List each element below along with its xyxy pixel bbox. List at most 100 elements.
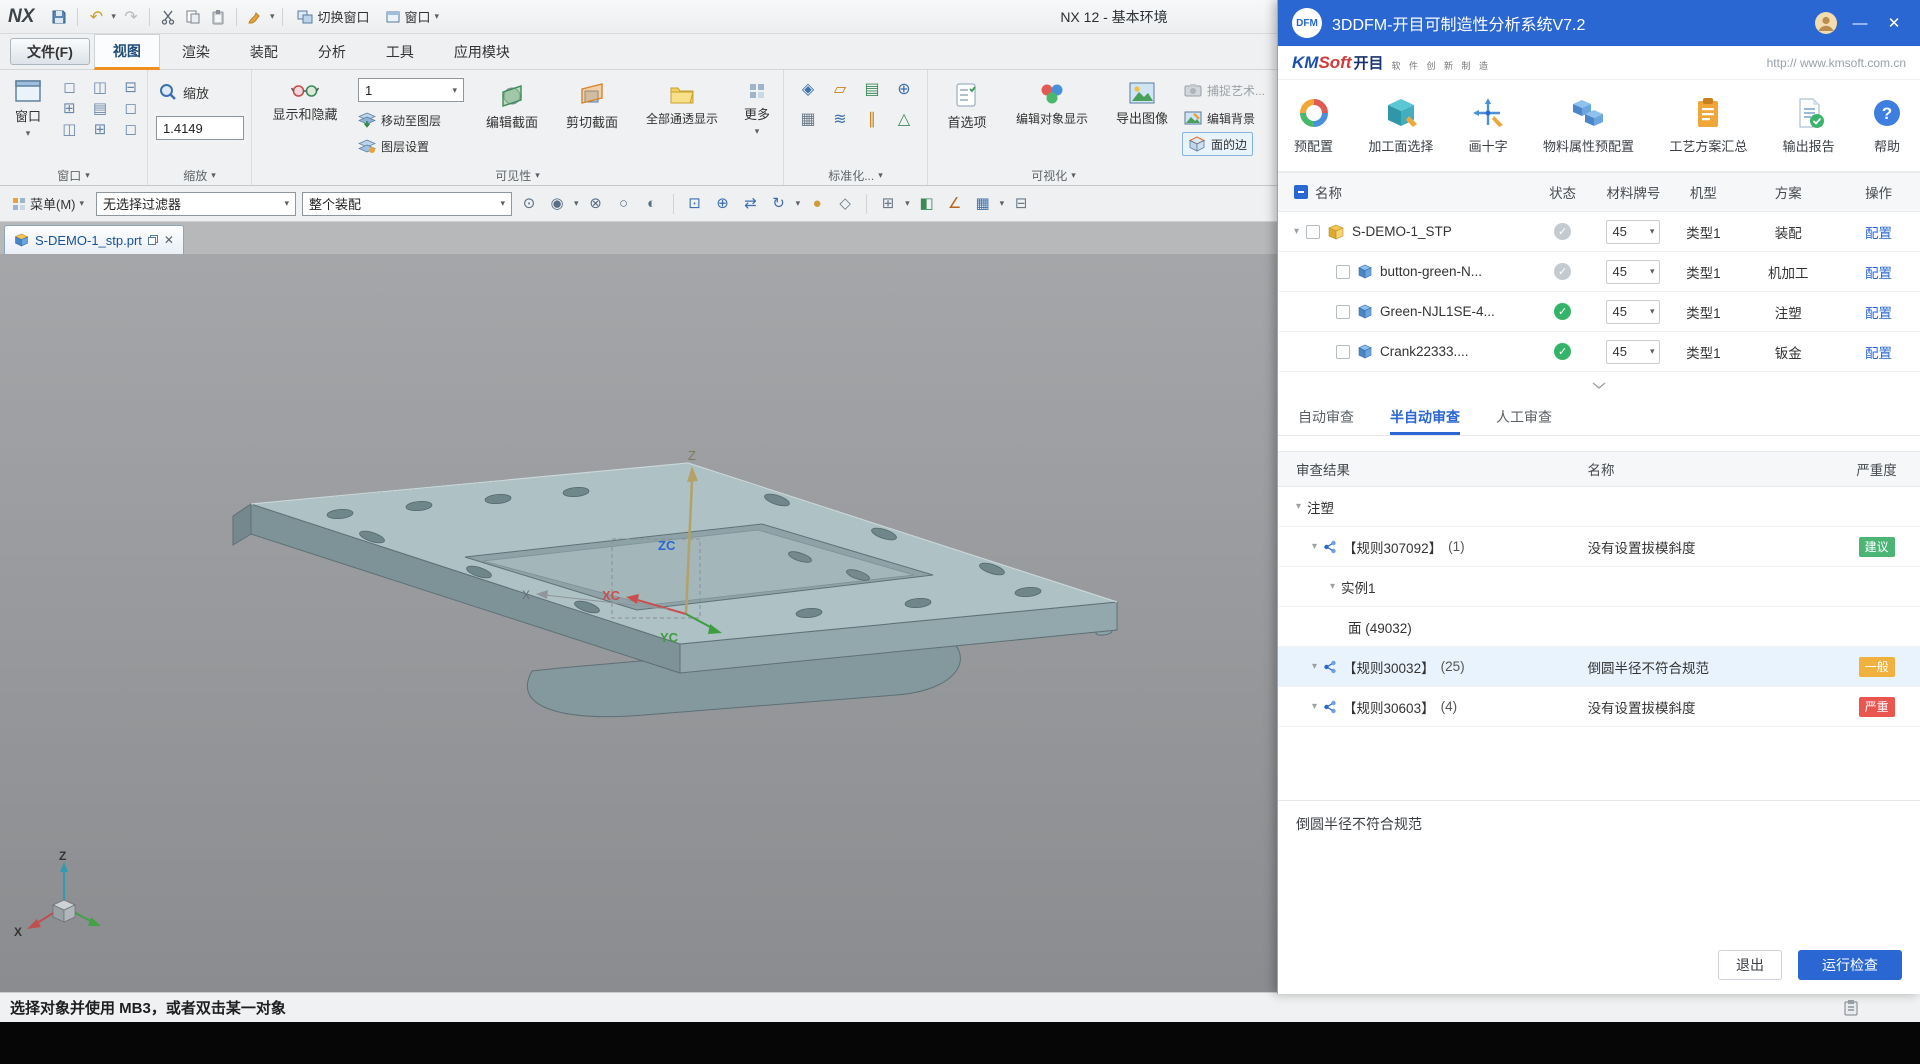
fit-view-icon[interactable]: ⊡ <box>684 193 706 215</box>
select-all-checkbox[interactable] <box>1294 185 1308 199</box>
tab-tools[interactable]: 工具 <box>368 34 432 70</box>
snap-center-icon[interactable]: ○ <box>613 193 635 215</box>
snap-quadrant-icon[interactable]: ◐ <box>641 193 663 215</box>
table-row[interactable]: Green-NJL1SE-4... ✓ 45▾ 类型1 注塑 配置 <box>1278 292 1920 332</box>
edit-background-button[interactable]: 编辑背景 <box>1184 106 1255 130</box>
more-button[interactable]: 更多 ▾ <box>734 78 780 136</box>
cut-icon[interactable] <box>158 7 178 27</box>
preconfig-button[interactable]: 预配置 <box>1294 96 1333 155</box>
table-row[interactable]: ▾ S-DEMO-1_STP ✓ 45▾ 类型1 装配 配置 <box>1278 212 1920 252</box>
pattern-icon[interactable]: ≋ <box>833 112 846 128</box>
machining-face-select-button[interactable]: 加工面选择 <box>1368 96 1433 155</box>
snap-midpoint-icon[interactable]: ◉ <box>546 193 568 215</box>
minimize-icon[interactable]: — <box>1848 11 1872 35</box>
window-button[interactable]: 窗口 ▾ <box>4 76 52 138</box>
align-icon[interactable]: ∥ <box>868 112 876 128</box>
annotation-icon[interactable]: ▤ <box>864 82 879 98</box>
datum-plane-icon[interactable]: ◈ <box>802 82 814 98</box>
help-button[interactable]: ? 帮助 <box>1870 96 1904 155</box>
viewport-canvas[interactable]: Z ZC XC YC X Z X <box>0 254 1277 992</box>
window-layout-icon[interactable]: ⊞ <box>94 122 107 137</box>
caret-down-icon[interactable]: ▾ <box>796 199 801 208</box>
view-triad[interactable]: Z X <box>14 849 101 939</box>
sketch-icon[interactable]: ▱ <box>834 82 846 98</box>
group-label-standard[interactable]: 标准化...▾ <box>784 165 927 185</box>
measure-icon[interactable]: ∠ <box>944 193 966 215</box>
pan-view-icon[interactable]: ⇄ <box>740 193 762 215</box>
move-to-layer-button[interactable]: 移动至图层 <box>358 108 441 132</box>
expander-icon[interactable]: ▾ <box>1330 582 1335 592</box>
window-layout-icon[interactable]: ▤ <box>93 101 107 116</box>
output-report-button[interactable]: 输出报告 <box>1783 96 1835 155</box>
expander-icon[interactable]: ▾ <box>1312 662 1317 672</box>
material-select[interactable]: 45▾ <box>1606 300 1660 324</box>
configure-link[interactable]: 配置 <box>1865 226 1892 241</box>
layer-settings-button[interactable]: 图层设置 <box>358 134 429 158</box>
configure-link[interactable]: 配置 <box>1865 306 1892 321</box>
row-checkbox[interactable] <box>1306 225 1320 239</box>
caret-down-icon[interactable]: ▾ <box>905 199 910 208</box>
row-checkbox[interactable] <box>1336 305 1350 319</box>
table-row[interactable]: Crank22333.... ✓ 45▾ 类型1 钣金 配置 <box>1278 332 1920 372</box>
expander-icon[interactable]: ▾ <box>1294 227 1299 237</box>
window-layout-icon[interactable]: ◻ <box>63 80 75 95</box>
snap-point-icon[interactable]: ⊙ <box>518 193 540 215</box>
redo-icon[interactable]: ↷ <box>121 7 141 27</box>
material-select[interactable]: 45▾ <box>1606 220 1660 244</box>
result-rule-row[interactable]: ▾ 【规则30603】(4) 没有设置拔模斜度 严重 <box>1278 687 1920 727</box>
expander-icon[interactable]: ▾ <box>1312 542 1317 552</box>
caret-down-icon[interactable]: ▾ <box>574 199 579 208</box>
selection-scope-select[interactable]: 整个装配▾ <box>302 192 512 216</box>
tab-manual-review[interactable]: 人工审查 <box>1496 398 1552 435</box>
save-icon[interactable] <box>49 7 69 27</box>
process-summary-button[interactable]: 工艺方案汇总 <box>1669 96 1747 155</box>
constraint-icon[interactable]: △ <box>898 112 910 128</box>
translucency-button[interactable]: 全部通透显示 <box>634 78 730 127</box>
result-instance-row[interactable]: ▾实例1 <box>1278 567 1920 607</box>
expander-icon[interactable]: ▾ <box>1312 702 1317 712</box>
symbol-icon[interactable]: ⊕ <box>897 82 910 98</box>
export-image-button[interactable]: 导出图像 <box>1106 78 1178 127</box>
clip-section-button[interactable]: 剪切截面 <box>554 78 630 131</box>
object-display-icon[interactable]: ▦ <box>972 193 994 215</box>
window-layout-icon[interactable]: ◻ <box>124 122 136 137</box>
window-layout-icon[interactable]: ⊞ <box>63 101 76 116</box>
table-row[interactable]: button-green-N... ✓ 45▾ 类型1 机加工 配置 <box>1278 252 1920 292</box>
row-checkbox[interactable] <box>1336 345 1350 359</box>
draw-cross-button[interactable]: 画十字 <box>1469 96 1508 155</box>
status-clipboard-icon[interactable] <box>1843 999 1859 1016</box>
show-hide-button[interactable]: 显示和隐藏 <box>258 78 352 123</box>
user-avatar-icon[interactable] <box>1814 11 1838 35</box>
shaded-style-icon[interactable]: ● <box>806 193 828 215</box>
window-layout-icon[interactable]: ⊟ <box>124 80 137 95</box>
material-props-button[interactable]: 物料属性预配置 <box>1543 96 1634 155</box>
result-group-row[interactable]: ▾注塑 <box>1278 487 1920 527</box>
tab-assembly[interactable]: 装配 <box>232 34 296 70</box>
table-icon[interactable]: ▦ <box>800 112 815 128</box>
window-split-icon[interactable]: ⊟ <box>1010 193 1032 215</box>
tab-semiauto-review[interactable]: 半自动审查 <box>1390 398 1460 435</box>
cad-part[interactable] <box>233 463 1117 717</box>
material-select[interactable]: 45▾ <box>1606 260 1660 284</box>
section-view-icon[interactable]: ◧ <box>916 193 938 215</box>
orient-view-icon[interactable]: ⊞ <box>877 193 899 215</box>
undo-icon[interactable]: ↶ <box>86 7 106 27</box>
group-label-visibility[interactable]: 可见性▾ <box>252 165 783 185</box>
collapse-handle[interactable] <box>1278 372 1920 398</box>
group-label-window[interactable]: 窗口▾ <box>0 165 147 185</box>
expander-icon[interactable]: ▾ <box>1296 502 1301 512</box>
zoom-view-icon[interactable]: ⊕ <box>712 193 734 215</box>
zoom-value-input[interactable]: 1.4149 <box>156 116 244 140</box>
caret-down-icon[interactable]: ▾ <box>1000 199 1005 208</box>
switch-window-button[interactable]: 切换窗口 <box>291 5 375 28</box>
zoom-button[interactable]: 缩放 <box>158 80 209 104</box>
window-menu-button[interactable]: 窗口 ▾ <box>380 5 445 28</box>
restore-window-icon[interactable] <box>148 235 158 245</box>
window-layout-icon[interactable]: ◫ <box>93 80 107 95</box>
configure-link[interactable]: 配置 <box>1865 346 1892 361</box>
capture-art-button[interactable]: 捕捉艺术... <box>1184 78 1265 102</box>
selection-filter-select[interactable]: 无选择过滤器▾ <box>96 192 296 216</box>
edit-object-display-button[interactable]: 编辑对象显示 <box>1002 78 1102 127</box>
tab-analysis[interactable]: 分析 <box>300 34 364 70</box>
tab-render[interactable]: 渲染 <box>164 34 228 70</box>
